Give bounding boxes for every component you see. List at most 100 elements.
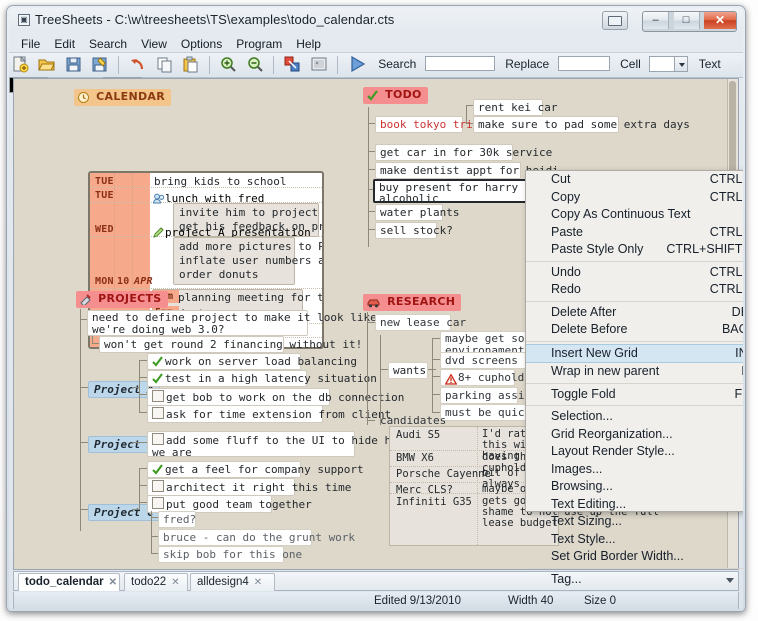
candidate-name-1: BMW X6: [396, 452, 434, 465]
tab-alldesign4[interactable]: alldesign4✕: [190, 573, 275, 591]
context-menu[interactable]: CutCTRL+xCopyCTRL+cCopy As Continuous Te…: [525, 170, 743, 512]
run-icon[interactable]: [348, 55, 367, 74]
save-icon[interactable]: [64, 55, 83, 74]
menu-item-paste[interactable]: PasteCTRL+v: [526, 224, 743, 242]
menu-item-text-editing[interactable]: Text Editing...: [526, 496, 743, 514]
menu-item-text-style[interactable]: Text Style...: [526, 531, 743, 549]
research-want-2[interactable]: 8+ cupholders: [440, 369, 515, 386]
checkbox-icon[interactable]: [152, 390, 164, 402]
paste-icon[interactable]: [181, 55, 200, 74]
menu-help[interactable]: Help: [290, 36, 327, 52]
copy-icon[interactable]: [155, 55, 174, 74]
todo-item-0-child-1[interactable]: make sure to pad some extra days: [473, 116, 619, 133]
close-icon[interactable]: ✕: [109, 577, 117, 588]
project-c-name-2[interactable]: skip bob for this one: [158, 546, 284, 563]
menu-item-label: Insert New Grid: [551, 346, 638, 360]
projects-note-child[interactable]: won't get round 2 financing without it!: [99, 336, 284, 353]
menu-item-wrap-in-new-parent[interactable]: Wrap in new parentF9: [526, 363, 743, 381]
menu-item-accelerator: INS: [735, 345, 743, 362]
checkbox-icon[interactable]: [152, 480, 164, 492]
todo-item-2[interactable]: make dentist appt for heidi: [375, 162, 521, 179]
project-b-task-0[interactable]: add some fluff to the UI to hide how beh…: [147, 431, 355, 457]
close-button[interactable]: ✕: [704, 12, 736, 29]
checkbox-icon[interactable]: [152, 407, 164, 419]
search-input[interactable]: [425, 56, 495, 71]
project-a-task-0[interactable]: work on server load balancing: [147, 353, 301, 370]
zoom-out-icon[interactable]: [246, 55, 265, 74]
replace-all-icon[interactable]: [283, 55, 302, 74]
checkbox-icon[interactable]: [152, 497, 164, 509]
new-file-icon[interactable]: [11, 55, 30, 74]
menu-file[interactable]: File: [15, 36, 46, 52]
project-a-task-3[interactable]: ask for time extension from client: [147, 405, 323, 423]
menu-item-delete-after[interactable]: Delete AfterDEL: [526, 304, 743, 322]
calendar-text-0[interactable]: bring kids to school: [154, 175, 286, 188]
close-icon[interactable]: ✕: [254, 577, 262, 588]
application-window: ▣ TreeSheets - C:\w\treesheets\TS\exampl…: [0, 0, 758, 621]
menu-item-set-grid-border-width[interactable]: Set Grid Border Width...: [526, 548, 743, 566]
project-c-task-0[interactable]: get a feel for company support: [147, 461, 301, 478]
open-folder-icon[interactable]: [37, 55, 56, 74]
window-frame-outer: ▣ TreeSheets - C:\w\treesheets\TS\exampl…: [6, 5, 746, 612]
menu-options[interactable]: Options: [175, 36, 228, 52]
menu-item-paste-style-only[interactable]: Paste Style OnlyCTRL+SHIFT+v: [526, 241, 743, 259]
menu-program[interactable]: Program: [230, 36, 288, 52]
todo-section-title[interactable]: TODO: [363, 87, 428, 104]
menu-edit[interactable]: Edit: [48, 36, 81, 52]
tab-todo22[interactable]: todo22✕: [124, 573, 188, 591]
todo-item-0-child-0[interactable]: rent kei car: [473, 99, 543, 116]
projects-note[interactable]: need to define project to make it look l…: [87, 310, 308, 336]
menu-item-copy[interactable]: CopyCTRL+c: [526, 189, 743, 207]
zoom-in-icon[interactable]: [219, 55, 238, 74]
research-section-title[interactable]: RESEARCH: [363, 294, 461, 311]
menu-item-text-sizing[interactable]: Text Sizing...: [526, 513, 743, 531]
menu-item-layout-render-style[interactable]: Layout Render Style...: [526, 443, 743, 461]
projects-section-title[interactable]: PROJECTS: [76, 291, 168, 308]
minimize-button[interactable]: –: [643, 12, 669, 29]
document-icon: ▣: [18, 14, 30, 26]
menu-item-toggle-fold[interactable]: Toggle FoldF10: [526, 386, 743, 404]
project-a-task-1[interactable]: test in a high latency situation: [147, 370, 307, 387]
menu-item-grid-reorganization[interactable]: Grid Reorganization...: [526, 426, 743, 444]
todo-item-0[interactable]: book tokyo trip: [375, 116, 463, 133]
project-a-task-2[interactable]: get bob to work on the db connection: [147, 388, 330, 406]
close-icon[interactable]: ✕: [171, 577, 179, 588]
menu-item-images[interactable]: Images...: [526, 461, 743, 479]
chevron-down-icon[interactable]: [674, 57, 687, 71]
calendar-sub-presentation[interactable]: add more pictures to PPT!! inflate user …: [173, 237, 295, 285]
menu-item-copy-as-continuous-text[interactable]: Copy As Continuous Text: [526, 206, 743, 224]
menu-item-undo[interactable]: UndoCTRL+z: [526, 264, 743, 282]
todo-item-5[interactable]: sell stock?: [375, 222, 437, 239]
tab-todo-calendar[interactable]: todo_calendar✕: [18, 573, 120, 591]
image-icon[interactable]: [310, 55, 329, 74]
checkbox-icon[interactable]: [152, 433, 164, 445]
menu-item-delete-before[interactable]: Delete BeforeBACK: [526, 321, 743, 339]
todo-item-1[interactable]: get car in for 30k service: [375, 144, 513, 161]
todo-item-4[interactable]: water plants: [375, 204, 443, 221]
research-want-3[interactable]: parking assist?: [440, 387, 518, 404]
cell-color-picker[interactable]: [649, 56, 688, 72]
save-as-icon[interactable]: [90, 55, 109, 74]
calendar-day-2: WED: [95, 224, 114, 235]
menu-item-insert-new-grid[interactable]: Insert New Grid INS: [526, 344, 743, 364]
project-c-task-1[interactable]: architect it right this time: [147, 478, 295, 496]
project-c-name-0[interactable]: fred?: [158, 511, 196, 528]
menu-item-redo[interactable]: RedoCTRL+y: [526, 281, 743, 299]
menu-item-browsing[interactable]: Browsing...: [526, 478, 743, 496]
project-c-name-1[interactable]: bruce - can do the grunt work: [158, 529, 312, 546]
menu-item-cut[interactable]: CutCTRL+x: [526, 171, 743, 189]
pencil-icon: [153, 223, 165, 240]
menu-view[interactable]: View: [135, 36, 173, 52]
research-wants-label[interactable]: wants: [388, 362, 428, 379]
search-label: Search: [378, 57, 416, 71]
research-root[interactable]: new lease car: [375, 314, 451, 331]
restore-extra-icon[interactable]: [602, 11, 628, 30]
menu-search[interactable]: Search: [83, 36, 133, 52]
status-size: Size 0: [584, 595, 616, 607]
maximize-button[interactable]: □: [674, 12, 700, 29]
menu-item-tag[interactable]: Tag...: [526, 571, 743, 589]
menu-item-selection[interactable]: Selection...: [526, 408, 743, 426]
undo-icon[interactable]: [128, 55, 147, 74]
replace-input[interactable]: [558, 56, 610, 71]
calendar-section-title[interactable]: CALENDAR: [74, 89, 171, 106]
